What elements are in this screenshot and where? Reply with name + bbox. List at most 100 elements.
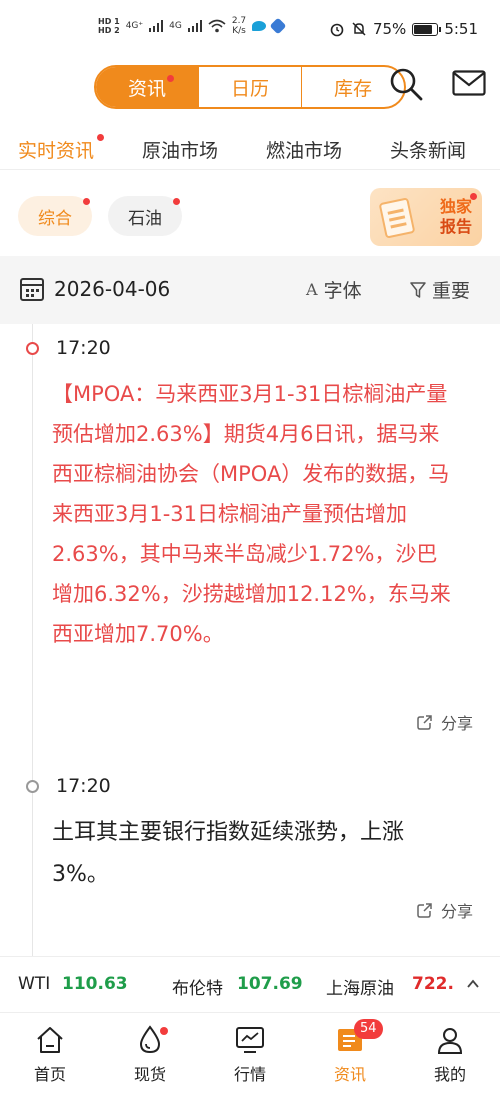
status-right: 75% 5:51 bbox=[329, 20, 478, 38]
clock: 5:51 bbox=[444, 20, 478, 38]
bottom-navigation: 首页 现货 行情 54 资讯 我的 bbox=[0, 1012, 500, 1100]
home-icon bbox=[37, 1027, 63, 1053]
notification-dot bbox=[173, 198, 180, 205]
price-ticker[interactable]: WTI 110.63 布伦特 107.69 上海原油 722. bbox=[0, 956, 500, 1012]
segment-inventory-label: 库存 bbox=[333, 77, 372, 100]
segment-calendar[interactable]: 日历 bbox=[199, 67, 302, 107]
signal-icon-2 bbox=[187, 20, 202, 32]
mute-bell-icon bbox=[352, 22, 366, 36]
news-text: 【MPOA：马来西亚3月1-31日棕榈油产量预估增加2.63%】期货4月6日讯，… bbox=[52, 382, 451, 646]
calendar-icon[interactable] bbox=[20, 278, 44, 301]
ticker-shanghai-name: 上海原油 bbox=[326, 979, 394, 999]
tab-realtime-news-label: 实时资讯 bbox=[18, 140, 95, 162]
ticker-brent-name: 布伦特 bbox=[172, 979, 223, 999]
segment-calendar-label: 日历 bbox=[230, 77, 269, 100]
network-speed: 2.7 K/s bbox=[232, 16, 246, 36]
network-4g-plus: 4G⁺ bbox=[125, 21, 144, 31]
share-button[interactable]: 分享 bbox=[416, 898, 473, 922]
chip-general-label: 综合 bbox=[38, 208, 72, 229]
nav-home-label: 首页 bbox=[33, 1065, 66, 1084]
share-label: 分享 bbox=[441, 714, 474, 733]
report-label: 报告 bbox=[439, 217, 472, 236]
share-label: 分享 bbox=[441, 902, 474, 921]
tab-crude-oil-market[interactable]: 原油市场 bbox=[142, 136, 218, 163]
notification-dot bbox=[160, 1027, 168, 1035]
tab-fuel-oil-market[interactable]: 燃油市场 bbox=[266, 136, 342, 163]
tab-crude-oil-market-label: 原油市场 bbox=[142, 140, 219, 162]
chip-petroleum[interactable]: 石油 bbox=[108, 196, 182, 236]
exclusive-report-text: 独家 报告 bbox=[440, 197, 472, 237]
nav-spot[interactable]: 现货 bbox=[120, 1025, 180, 1085]
segment-news[interactable]: 资讯 bbox=[96, 67, 199, 107]
nav-profile-label: 我的 bbox=[433, 1065, 466, 1084]
battery-icon bbox=[412, 22, 442, 36]
nav-quotes[interactable]: 行情 bbox=[220, 1025, 280, 1085]
hd2-label: HD 2 bbox=[98, 26, 120, 35]
news-time: 17:20 bbox=[56, 337, 111, 359]
wifi-icon bbox=[208, 19, 226, 33]
nav-quotes-label: 行情 bbox=[233, 1065, 266, 1084]
share-icon bbox=[417, 714, 432, 730]
app-notification-icon-2 bbox=[269, 17, 287, 35]
nav-home[interactable]: 首页 bbox=[20, 1025, 80, 1085]
ticker-wti-value: 110.63 bbox=[62, 974, 128, 994]
ticker-brent-value: 107.69 bbox=[237, 974, 303, 994]
battery-level bbox=[414, 24, 433, 34]
report-document-icon bbox=[378, 197, 416, 239]
nav-spot-label: 现货 bbox=[133, 1065, 166, 1084]
chevron-up-icon[interactable] bbox=[466, 977, 480, 991]
tab-headlines[interactable]: 头条新闻 bbox=[390, 136, 466, 163]
segment-news-label: 资讯 bbox=[127, 77, 166, 100]
exclusive-report-banner[interactable]: 独家 报告 bbox=[370, 188, 482, 246]
font-size-label: 字体 bbox=[323, 280, 362, 302]
hd-indicator: HD 1 HD 2 bbox=[98, 17, 120, 35]
news-text: 土耳其主要银行指数延续涨势，上涨3%。 bbox=[52, 820, 405, 887]
notification-dot bbox=[470, 193, 477, 200]
app-header: 资讯 日历 库存 bbox=[0, 62, 500, 112]
important-label: 重要 bbox=[432, 280, 471, 302]
network-4g: 4G bbox=[169, 21, 182, 31]
tab-realtime-news[interactable]: 实时资讯 bbox=[18, 134, 105, 163]
hd1-label: HD 1 bbox=[98, 17, 120, 26]
exclusive-label: 独家 bbox=[439, 197, 472, 216]
chip-general[interactable]: 综合 bbox=[18, 196, 92, 236]
selected-date[interactable]: 2026-04-06 bbox=[54, 277, 170, 301]
timeline-dot bbox=[26, 780, 39, 793]
user-icon bbox=[437, 1028, 463, 1054]
nav-news[interactable]: 54 资讯 bbox=[320, 1019, 383, 1085]
ticker-wti-name: WTI bbox=[18, 974, 51, 994]
news-time: 17:20 bbox=[56, 775, 111, 797]
timeline-dot bbox=[26, 342, 39, 355]
speed-unit: K/s bbox=[232, 26, 246, 36]
app-notification-icon bbox=[252, 21, 267, 31]
date-bar: 2026-04-06 A 字体 重要 bbox=[0, 256, 500, 324]
unread-badge: 54 bbox=[354, 1019, 383, 1039]
battery-percent: 75% bbox=[372, 20, 407, 38]
status-left: HD 1 HD 2 4G⁺ 4G 2.7 K/s bbox=[98, 16, 287, 36]
nav-news-label: 资讯 bbox=[333, 1065, 366, 1084]
signal-icon bbox=[149, 20, 164, 32]
ticker-shanghai-value: 722. bbox=[412, 974, 454, 994]
font-icon: A bbox=[306, 280, 318, 299]
search-icon[interactable] bbox=[388, 66, 424, 102]
chip-petroleum-label: 石油 bbox=[128, 208, 162, 229]
share-button[interactable]: 分享 bbox=[416, 710, 473, 734]
chart-monitor-icon bbox=[236, 1027, 264, 1053]
alarm-icon bbox=[330, 23, 344, 37]
tab-headlines-label: 头条新闻 bbox=[390, 140, 467, 162]
channel-tabs: 实时资讯 原油市场 燃油市场 头条新闻 bbox=[0, 128, 500, 170]
timeline-line bbox=[32, 324, 33, 956]
mail-icon[interactable] bbox=[452, 70, 486, 96]
filter-bar: 综合 石油 独家 报告 bbox=[0, 186, 500, 250]
news-feed[interactable]: 17:20 【MPOA：马来西亚3月1-31日棕榈油产量预估增加2.63%】期货… bbox=[0, 324, 500, 956]
notification-dot bbox=[97, 134, 105, 141]
notification-dot bbox=[167, 75, 174, 82]
tab-fuel-oil-market-label: 燃油市场 bbox=[266, 140, 343, 162]
filter-icon bbox=[410, 281, 426, 298]
important-filter-button[interactable]: 重要 bbox=[410, 276, 470, 303]
notification-dot bbox=[83, 198, 90, 205]
share-icon bbox=[417, 902, 432, 918]
speed-value: 2.7 bbox=[231, 16, 247, 26]
nav-profile[interactable]: 我的 bbox=[420, 1025, 480, 1085]
font-size-button[interactable]: A 字体 bbox=[306, 276, 362, 303]
